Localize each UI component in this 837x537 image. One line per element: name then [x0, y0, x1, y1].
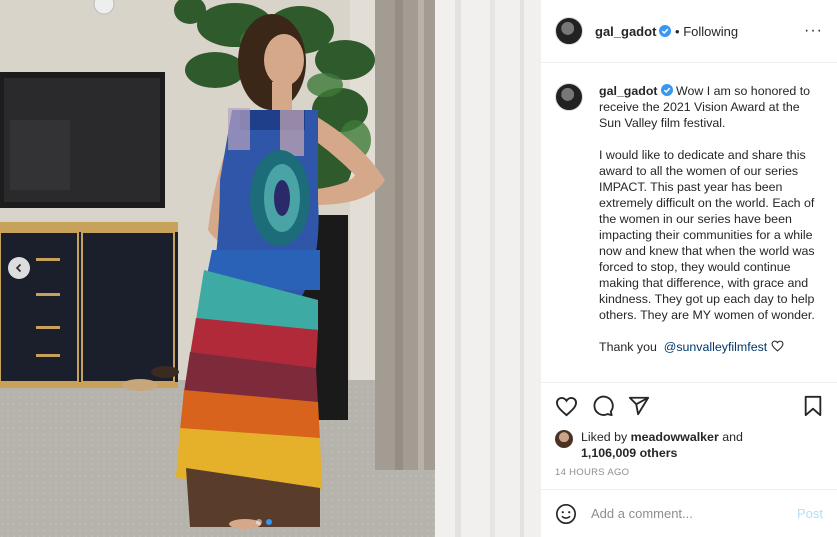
caption-closing: Thank you @sunvalleyfilmfest: [599, 339, 823, 355]
mention-link[interactable]: @sunvalleyfilmfest: [664, 340, 767, 354]
share-button[interactable]: [628, 395, 650, 417]
avatar[interactable]: [555, 17, 583, 45]
carousel-dot: [256, 519, 262, 525]
action-bar: [541, 382, 837, 429]
chevron-left-icon: [15, 263, 22, 273]
instagram-post-modal: gal_gadot • Following ··· gal_gadot Wow …: [0, 0, 837, 537]
likes-text: Liked by meadowwalker and 1,106,009 othe…: [581, 429, 743, 461]
liker-username[interactable]: meadowwalker: [631, 430, 719, 444]
comment-button[interactable]: [592, 395, 614, 417]
carousel-prev-button[interactable]: [8, 257, 30, 279]
more-options-icon[interactable]: ···: [804, 22, 823, 40]
heart-outline-icon: [771, 340, 784, 352]
share-icon: [628, 396, 650, 416]
verified-badge-icon: [659, 24, 672, 37]
comment-icon: [593, 395, 614, 417]
caption-thanks: Thank you: [599, 340, 657, 354]
header-separator: •: [675, 23, 680, 39]
liker-avatar[interactable]: [555, 430, 573, 448]
header-username[interactable]: gal_gadot: [595, 24, 656, 39]
emoji-button[interactable]: [555, 503, 577, 525]
post-timestamp[interactable]: 14 HOURS AGO: [541, 459, 837, 489]
post-photo[interactable]: [0, 0, 540, 537]
likes-row: Liked by meadowwalker and 1,106,009 othe…: [541, 429, 837, 461]
likes-joiner: and: [722, 430, 743, 444]
carousel-dots: [256, 519, 272, 525]
carousel-dot-active: [266, 519, 272, 525]
following-button[interactable]: Following: [683, 24, 738, 39]
like-button[interactable]: [555, 396, 578, 417]
header-user: gal_gadot • Following: [595, 24, 738, 39]
caption: gal_gadot Wow I am so honored to receive…: [541, 63, 837, 382]
post-comment-button[interactable]: Post: [797, 506, 823, 521]
caption-paragraph: gal_gadot Wow I am so honored to receive…: [599, 83, 823, 131]
photo-illustration: [0, 0, 540, 537]
likes-prefix: Liked by: [581, 430, 628, 444]
caption-paragraph-2: I would like to dedicate and share this …: [599, 148, 815, 322]
comment-bar: Post: [541, 489, 837, 537]
caption-text: gal_gadot Wow I am so honored to receive…: [599, 83, 823, 382]
caption-avatar[interactable]: [555, 83, 583, 111]
save-button[interactable]: [803, 395, 823, 417]
caption-username[interactable]: gal_gadot: [599, 84, 658, 98]
verified-badge-icon: [660, 84, 673, 96]
post-header: gal_gadot • Following ···: [541, 0, 837, 63]
likes-count[interactable]: 1,106,009 others: [581, 446, 677, 460]
post-side-panel: gal_gadot • Following ··· gal_gadot Wow …: [540, 0, 837, 537]
heart-icon: [555, 396, 578, 416]
bookmark-icon: [804, 395, 822, 417]
comment-input[interactable]: [591, 506, 783, 521]
emoji-icon: [556, 503, 576, 524]
